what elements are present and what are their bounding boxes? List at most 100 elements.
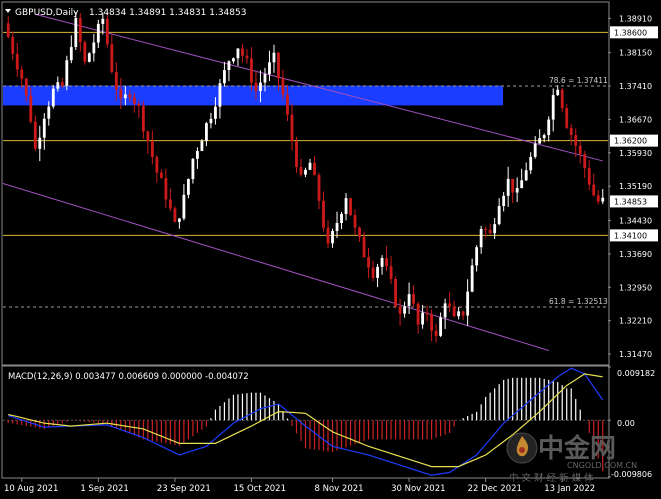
- candle-bull: [69, 47, 73, 61]
- candle-bear: [245, 55, 249, 59]
- candle-bear: [168, 199, 172, 209]
- candle-bear: [371, 267, 375, 278]
- candle-bear: [484, 228, 488, 230]
- candle-bull: [87, 53, 91, 62]
- candle-bear: [398, 306, 402, 314]
- candle-bear: [488, 229, 492, 234]
- candle-bull: [272, 52, 276, 63]
- candle-bull: [263, 74, 267, 83]
- candle-bull: [236, 48, 240, 59]
- candle-bull: [304, 169, 307, 175]
- candle-bull: [42, 118, 46, 138]
- gbpusd-chart: 1.38600 1.36200 1.34100 1.34853 78.6 = 1.374…: [0, 0, 661, 499]
- candle-bear: [29, 95, 33, 122]
- candle-bull: [259, 82, 262, 92]
- candle-bear: [461, 311, 465, 316]
- y-tick-label: 1.37410: [619, 82, 652, 91]
- candle-bull: [268, 62, 271, 75]
- candle-bull: [497, 206, 501, 225]
- macd-scale-top: 0.009182: [617, 369, 655, 378]
- candle-bear: [286, 94, 289, 115]
- candle-bear: [416, 303, 420, 325]
- x-tick-label: 8 Nov 2021: [315, 484, 364, 494]
- ohlc-readout: 1.34834 1.34891 1.34831 1.34853: [89, 8, 246, 18]
- candle-bear: [159, 172, 163, 179]
- candle-bull: [520, 180, 524, 189]
- candle-bear: [60, 82, 64, 86]
- candle-bull: [403, 306, 406, 314]
- candle-bull: [205, 123, 208, 142]
- candle-bull: [218, 83, 222, 107]
- candle-bull: [214, 106, 217, 119]
- candle-bull: [502, 195, 506, 207]
- candle-bull: [38, 137, 42, 149]
- symbol-label: GBPUSD,Daily: [15, 8, 79, 18]
- flame-core-icon: [519, 447, 525, 453]
- candle-bear: [434, 330, 438, 336]
- watermark-brand: 中金网: [538, 433, 616, 464]
- candle-bear: [132, 97, 136, 104]
- candle-bull: [380, 258, 384, 267]
- level-price-label: 1.38600: [614, 28, 647, 37]
- x-tick-label: 13 Jan 2022: [544, 484, 595, 494]
- candle-bull: [515, 188, 519, 193]
- x-tick-label: 22 Dec 2021: [468, 484, 522, 494]
- candle-bear: [583, 154, 587, 169]
- candle-bull: [308, 162, 312, 170]
- candle-bear: [448, 303, 452, 307]
- candle-bull: [223, 70, 226, 84]
- candle-bear: [114, 71, 118, 90]
- candle-bull: [335, 222, 339, 231]
- candle-bull: [227, 61, 231, 71]
- candle-bear: [317, 175, 321, 201]
- candle-bull: [479, 228, 483, 248]
- candle-bear: [155, 157, 159, 173]
- candle-bear: [105, 18, 109, 45]
- candle-bear: [412, 294, 416, 304]
- candle-bear: [141, 105, 145, 132]
- candle-bear: [353, 215, 357, 228]
- candle-bull: [92, 42, 96, 54]
- candle-bear: [15, 53, 19, 70]
- candle-bear: [326, 227, 330, 244]
- candle-bull: [191, 158, 195, 180]
- candle-bull: [96, 23, 100, 43]
- candle-bull: [407, 294, 411, 307]
- x-tick-label: 1 Sep 2021: [80, 484, 128, 494]
- candle-bear: [425, 312, 429, 315]
- candle-bear: [578, 145, 582, 155]
- candle-bear: [560, 89, 564, 109]
- candle-bear: [78, 18, 82, 43]
- resistance-zone-layer: [3, 85, 503, 106]
- candle-bull: [65, 60, 69, 86]
- candle-bull: [74, 18, 78, 48]
- candle-bull: [524, 170, 528, 181]
- candle-bear: [150, 141, 154, 158]
- y-tick-label: 1.35930: [619, 149, 652, 158]
- candle-bull: [232, 58, 235, 62]
- candle-bear: [24, 78, 28, 96]
- y-tick-label: 1.31470: [619, 350, 652, 359]
- candle-bear: [362, 236, 366, 258]
- level-price-label: 1.36200: [614, 137, 647, 146]
- x-tick-label: 30 Nov 2021: [391, 484, 445, 494]
- candle-bear: [430, 314, 434, 331]
- candle-bear: [119, 89, 123, 99]
- candle-bull: [209, 118, 213, 124]
- candle-bear: [389, 266, 393, 279]
- x-tick-label: 15 Oct 2021: [233, 484, 286, 494]
- macd-label: MACD(12,26,9) 0.003477 0.006609 0.000000…: [8, 372, 249, 382]
- macd-scale-zero: 0.00: [617, 419, 635, 428]
- candle-bull: [475, 247, 479, 266]
- y-tick-label: 1.35190: [619, 182, 652, 191]
- candle-bull: [331, 230, 334, 244]
- y-tick-label: 1.32950: [619, 283, 652, 292]
- candle-bear: [281, 78, 285, 95]
- candle-bear: [394, 278, 397, 307]
- candle-bear: [569, 127, 573, 136]
- candle-bull: [551, 95, 555, 120]
- candle-bear: [164, 178, 168, 200]
- candle-bull: [457, 311, 461, 317]
- candle-bear: [173, 208, 177, 222]
- y-tick-label: 1.34430: [619, 217, 652, 226]
